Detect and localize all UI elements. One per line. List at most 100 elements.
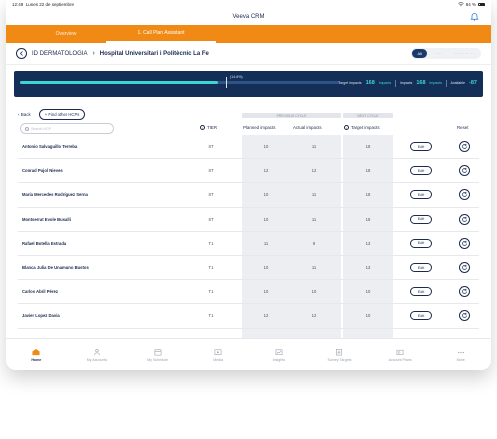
tier-cell: T1 (208, 240, 214, 246)
planned-cell: 10 (263, 216, 269, 222)
edit-button[interactable]: Edit (410, 142, 432, 152)
target-impacts-unit: impacts (378, 81, 392, 85)
nav-more[interactable]: More (430, 339, 491, 370)
impacts-label: Impacts (399, 81, 413, 85)
hcp-name[interactable]: Rafael Botella Estrada (22, 241, 66, 246)
progress-marker (226, 77, 227, 88)
impacts-value: 168 (416, 80, 426, 86)
header-tier[interactable]: i TIER (200, 125, 217, 130)
chevron-right-icon: › (92, 50, 95, 57)
tier-cell: T1 (208, 265, 214, 271)
breadcrumb-department[interactable]: ID DERMATOLOGIA (32, 51, 87, 57)
nav-media[interactable]: Media (188, 339, 249, 370)
tab-overview[interactable]: Overview (26, 25, 106, 43)
tab-bar: Overview 1. Call Plan Assistant (6, 25, 491, 43)
edit-button[interactable]: Edit (410, 214, 432, 224)
nav-calendar[interactable]: My Schedule (127, 339, 188, 370)
planned-cell: 12 (263, 168, 269, 174)
target-impacts-label: Target impacts (338, 81, 362, 85)
hcp-name[interactable]: Antonio Salvaguillo Terreba (22, 144, 77, 149)
impacts-stats: Target impacts 168 impacts Impacts 168 i… (338, 80, 477, 87)
planned-cell: 10 (263, 192, 269, 198)
edit-button[interactable]: Edit (410, 311, 432, 321)
planned-cell: 10 (263, 144, 269, 150)
nav-person[interactable]: My Accounts (67, 339, 128, 370)
hcp-name[interactable]: Javier Lopez Davia (22, 313, 60, 318)
app-header: Veeva CRM (6, 9, 491, 25)
edit-button[interactable]: Edit (410, 190, 432, 200)
survey-icon (336, 348, 343, 355)
header-planned-impacts: Planned impacts (243, 125, 276, 130)
table-row[interactable]: Blanca Julia De Unamuno Bustos T1 10 11 13 Ed… (18, 256, 479, 281)
battery-icon (478, 2, 485, 7)
edit-button[interactable]: Edit (410, 263, 432, 273)
reset-button[interactable] (459, 165, 470, 177)
tab-call-plan-assistant[interactable]: 1. Call Plan Assistant (106, 25, 216, 43)
table-row[interactable]: Javier Lopez Davia T1 12 12 10 Edit (18, 304, 479, 329)
reset-button[interactable] (459, 237, 470, 249)
hcp-name[interactable]: María Mercedes Rodríguez Serna (22, 192, 88, 197)
nav-account-plans[interactable]: Account Plans (370, 339, 431, 370)
status-time-date: 12:49 Lunes 22 de septiembre (12, 2, 75, 7)
header-target-impacts[interactable]: i Target impacts (344, 125, 380, 130)
planned-cell: 10 (263, 265, 269, 271)
tier-cell: ST (208, 144, 214, 150)
table-row[interactable]: Rafael Botella Estrada T1 11 9 13 Edit (18, 232, 479, 256)
reset-button[interactable] (459, 213, 470, 225)
edit-button[interactable]: Edit (410, 238, 432, 248)
nav-home[interactable]: Home (6, 339, 67, 370)
nav-label: Insights (272, 357, 285, 362)
target-cell: 10 (365, 289, 371, 295)
hcp-name[interactable]: Blanca Julia De Unamuno Bustos (22, 265, 89, 270)
hcp-table: PREVIOUS CYCLE NEXT CYCLE Search HCP i TI… (6, 113, 491, 338)
actual-cell: 11 (311, 192, 317, 198)
table-row[interactable]: Carlos Abril Pérez T1 10 10 10 Edit (18, 280, 479, 305)
nav-label: Media (213, 357, 224, 362)
edit-button[interactable]: Edit (410, 287, 432, 297)
target-impacts-value: 168 (365, 80, 375, 86)
reset-button[interactable] (459, 310, 470, 322)
target-cell: 10 (365, 313, 371, 319)
reset-icon (462, 216, 467, 222)
nav-label: More (456, 357, 465, 362)
target-cell: 18 (365, 192, 371, 198)
info-icon: i (344, 125, 349, 130)
actual-cell: 11 (311, 216, 317, 222)
filter-option-2[interactable]: ··········· ···· (449, 49, 480, 58)
available-value: -87 (469, 80, 477, 86)
table-row[interactable]: Montserrat Evole Busalli ST 10 11 18 Edit (18, 208, 479, 232)
next-cycle-label: NEXT CYCLE (343, 113, 393, 118)
reset-button[interactable] (459, 286, 470, 298)
segment-filter: All ······ ··········· ···· (411, 48, 481, 59)
reset-icon (462, 313, 467, 319)
available-label: Available (450, 81, 466, 85)
table-row[interactable]: Conrad Pujol Nieves ST 12 12 18 Edit (18, 159, 479, 184)
table-row[interactable]: Antonio Salvaguillo Terreba ST 10 11 18 Edit (18, 135, 479, 160)
reset-button[interactable] (459, 141, 470, 153)
edit-button[interactable]: Edit (410, 166, 432, 176)
nav-survey[interactable]: Survey Targets (309, 339, 370, 370)
tier-cell: ST (208, 192, 214, 198)
search-input[interactable]: Search HCP (20, 123, 114, 134)
info-icon: i (200, 125, 205, 130)
reset-icon (462, 168, 467, 174)
reset-button[interactable] (459, 189, 470, 201)
tier-cell: T1 (208, 313, 214, 319)
filter-option-1[interactable]: ······ (429, 49, 447, 58)
bottom-navigation: Home My Accounts My Schedule Media Insights S… (6, 338, 491, 370)
hcp-name[interactable]: Montserrat Evole Busalli (22, 217, 71, 222)
back-circle-button[interactable] (16, 48, 27, 59)
target-cell: 13 (365, 240, 371, 246)
breadcrumb-hospital: Hospital Universitari i Politècnic La Fe (99, 50, 209, 57)
table-row[interactable]: María Mercedes Rodríguez Serna ST 10 11 18 Ed… (18, 183, 479, 208)
actual-cell: 11 (311, 144, 317, 150)
reset-button[interactable] (459, 262, 470, 274)
bell-icon[interactable] (470, 12, 479, 21)
search-icon (25, 126, 29, 131)
nav-insights[interactable]: Insights (249, 339, 310, 370)
hcp-name[interactable]: Conrad Pujol Nieves (22, 168, 63, 173)
planned-cell: 12 (263, 313, 269, 319)
hcp-name[interactable]: Carlos Abril Pérez (22, 289, 58, 294)
filter-all[interactable]: All (412, 49, 427, 58)
actual-cell: 10 (311, 289, 317, 295)
